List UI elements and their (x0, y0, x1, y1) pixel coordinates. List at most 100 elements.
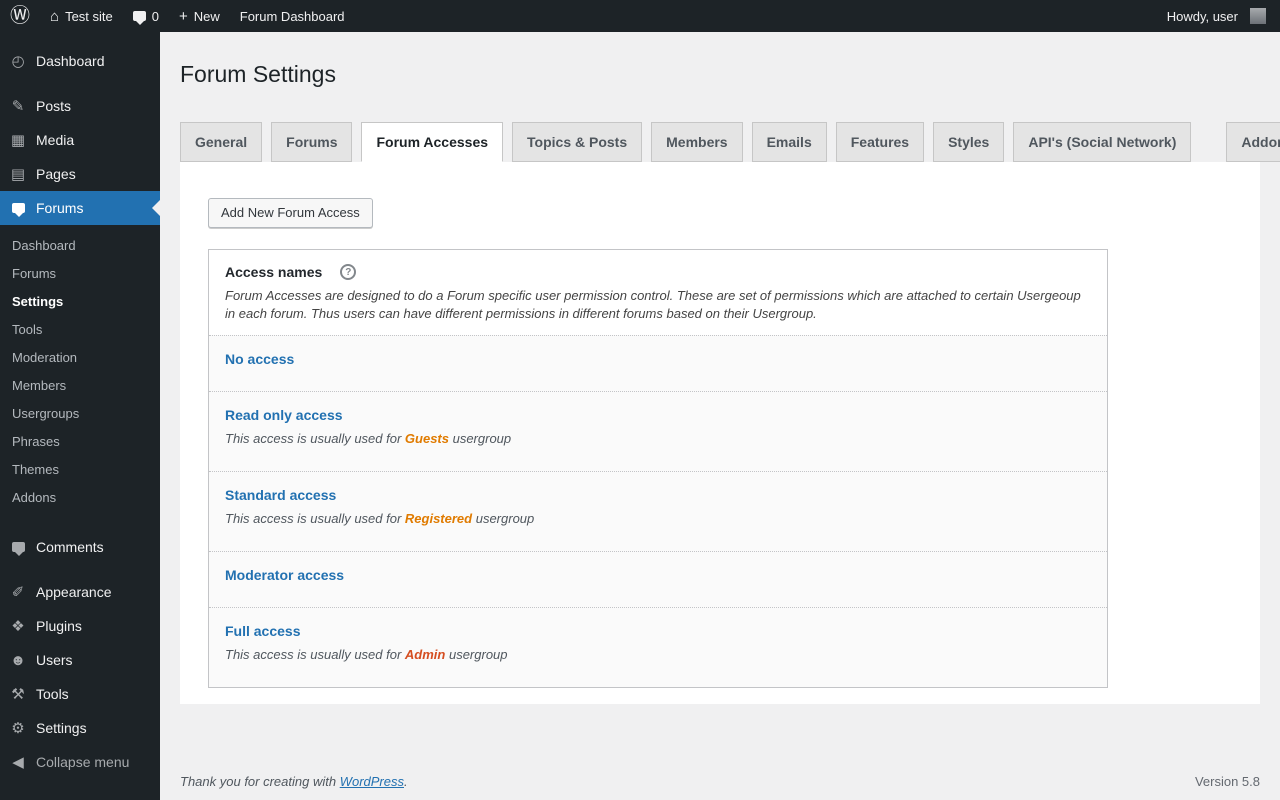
sidebar-item-label: Media (36, 132, 75, 148)
sidebar-item-settings[interactable]: ⚙ Settings (0, 711, 160, 745)
site-name-link[interactable]: ⌂ Test site (40, 0, 123, 32)
access-name-link[interactable]: Full access (225, 623, 301, 639)
access-name-link[interactable]: No access (225, 351, 294, 367)
sidebar-item-label: Appearance (36, 584, 112, 600)
sidebar-item-media[interactable]: ▦ Media (0, 123, 160, 157)
main-content: Forum Settings General Forums Forum Acce… (160, 60, 1280, 800)
desc-suffix: usergroup (472, 511, 535, 526)
sidebar-item-label: Pages (36, 166, 76, 182)
desc-suffix: usergroup (445, 647, 508, 662)
forums-icon (8, 203, 28, 217)
plugins-icon: ❖ (11, 617, 25, 635)
sidebar-item-plugins[interactable]: ❖ Plugins (0, 609, 160, 643)
sidebar-item-forums[interactable]: Forums (0, 191, 160, 225)
sidebar-item-comments[interactable]: Comments (0, 530, 160, 564)
home-icon: ⌂ (50, 7, 60, 25)
users-icon: ☻ (10, 651, 26, 669)
tab-apis[interactable]: API's (Social Network) (1013, 122, 1192, 162)
new-content-link[interactable]: + New (169, 0, 230, 32)
forums-submenu: Dashboard Forums Settings Tools Moderati… (0, 225, 160, 519)
add-new-forum-access-button[interactable]: Add New Forum Access (208, 198, 373, 228)
desc-prefix: This access is usually used for (225, 511, 405, 526)
thanks-prefix: Thank you for creating with (180, 774, 340, 789)
menu-separator (0, 519, 160, 530)
desc-suffix: usergroup (448, 431, 512, 446)
tab-members[interactable]: Members (651, 122, 743, 162)
usergroup-name: Guests (404, 431, 449, 446)
wordpress-link[interactable]: WordPress (340, 774, 404, 789)
tab-topics-posts[interactable]: Topics & Posts (512, 122, 643, 162)
access-row-no-access: No access (209, 335, 1107, 391)
tab-emails[interactable]: Emails (751, 122, 827, 162)
sidebar-item-posts[interactable]: ✎ Posts (0, 89, 160, 123)
wordpress-menu-button[interactable]: Ⓦ (0, 0, 40, 32)
sidebar-item-label: Posts (36, 98, 72, 114)
tab-features[interactable]: Features (835, 122, 925, 162)
page-title: Forum Settings (180, 61, 336, 87)
access-table-description: Forum Accesses are designed to do a Foru… (225, 288, 1081, 321)
access-row-description: This access is usually used for Guests u… (225, 430, 1091, 447)
submenu-item-members[interactable]: Members (0, 371, 160, 399)
sidebar-item-label: Collapse menu (36, 754, 130, 770)
access-table-header: Access names ? Forum Accesses are design… (209, 250, 1107, 335)
help-icon[interactable]: ? (340, 264, 357, 280)
speech-bubble-shape (11, 542, 25, 556)
tab-addons[interactable]: Addons (1226, 122, 1280, 162)
access-name-link[interactable]: Moderator access (225, 567, 344, 583)
usergroup-name: Admin (404, 647, 446, 662)
submenu-item-settings[interactable]: Settings (0, 287, 160, 315)
thanks-suffix: . (404, 774, 408, 789)
forum-accesses-panel: Add New Forum Access Access names ? Foru… (180, 162, 1260, 704)
appearance-icon: ✐ (11, 583, 25, 601)
tab-general[interactable]: General (180, 122, 263, 162)
sidebar-item-label: Settings (36, 720, 87, 736)
tab-forum-accesses[interactable]: Forum Accesses (361, 122, 504, 162)
access-row-read-only: Read only access This access is usually … (209, 391, 1107, 471)
sidebar-item-pages[interactable]: ▤ Pages (0, 157, 160, 191)
settings-tabs: General Forums Forum Accesses Topics & P… (180, 122, 1280, 162)
howdy-user-link[interactable]: Howdy, user (1157, 0, 1248, 32)
footer-version: Version 5.8 (1194, 774, 1260, 789)
sidebar-item-appearance[interactable]: ✐ Appearance (0, 575, 160, 609)
submenu-item-addons[interactable]: Addons (0, 483, 160, 511)
submenu-item-phrases[interactable]: Phrases (0, 427, 160, 455)
tab-styles[interactable]: Styles (933, 122, 1005, 162)
comments-topbar-link[interactable]: 0 (123, 0, 169, 32)
topbar-right: Howdy, user (1157, 0, 1280, 32)
submenu-item-forums[interactable]: Forums (0, 259, 160, 287)
sidebar-item-dashboard[interactable]: ◴ Dashboard (0, 44, 160, 78)
access-row-moderator: Moderator access (209, 551, 1107, 607)
sidebar-item-label: Plugins (36, 618, 82, 634)
pages-icon: ▤ (10, 165, 26, 183)
settings-icon: ⚙ (11, 719, 25, 737)
collapse-icon: ◀ (12, 753, 24, 771)
submenu-item-themes[interactable]: Themes (0, 455, 160, 483)
submenu-item-usergroups[interactable]: Usergroups (0, 399, 160, 427)
forum-dashboard-link[interactable]: Forum Dashboard (230, 0, 355, 32)
desc-prefix: This access is usually used for (225, 431, 405, 446)
avatar[interactable] (1250, 8, 1266, 24)
sidebar-item-label: Forums (36, 200, 84, 216)
new-label: New (193, 8, 220, 24)
submenu-item-dashboard[interactable]: Dashboard (0, 231, 160, 259)
posts-icon: ✎ (11, 97, 25, 115)
tab-forums[interactable]: Forums (271, 122, 353, 162)
sidebar-item-label: Tools (36, 686, 69, 702)
menu-separator (0, 78, 160, 89)
sidebar-collapse-menu[interactable]: ◀ Collapse menu (0, 745, 160, 779)
submenu-item-moderation[interactable]: Moderation (0, 343, 160, 371)
access-name-link[interactable]: Read only access (225, 407, 343, 423)
sidebar-item-tools[interactable]: ⚒ Tools (0, 677, 160, 711)
desc-prefix: This access is usually used for (225, 647, 405, 662)
sidebar-item-users[interactable]: ☻ Users (0, 643, 160, 677)
sidebar-item-label: Users (36, 652, 73, 668)
access-row-full: Full access This access is usually used … (209, 607, 1107, 687)
submenu-item-tools[interactable]: Tools (0, 315, 160, 343)
access-table-title-row: Access names ? (225, 264, 1091, 280)
speech-bubble-shape (11, 203, 25, 217)
access-row-description: This access is usually used for Register… (225, 510, 1091, 527)
site-name-label: Test site (65, 8, 113, 24)
access-row-standard: Standard access This access is usually u… (209, 471, 1107, 551)
access-row-description: This access is usually used for Admin us… (225, 646, 1091, 663)
access-name-link[interactable]: Standard access (225, 487, 336, 503)
